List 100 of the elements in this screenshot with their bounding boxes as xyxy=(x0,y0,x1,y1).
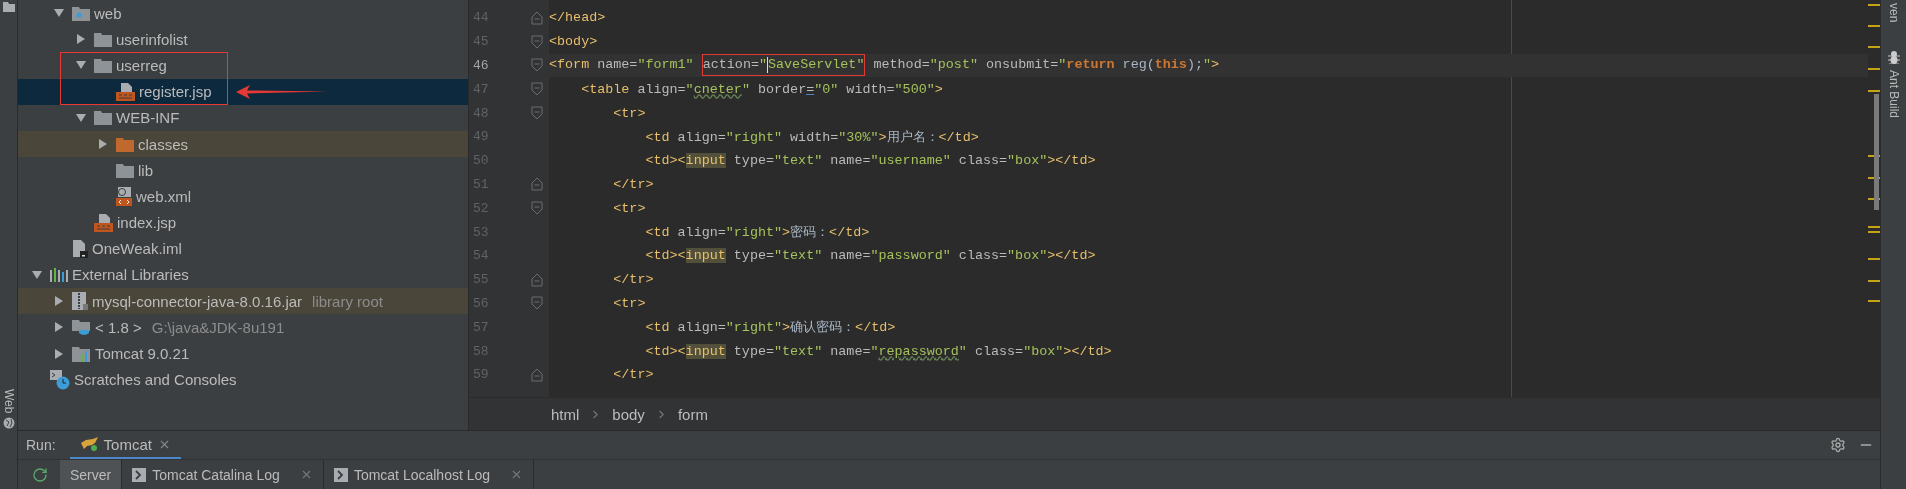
ant-icon[interactable] xyxy=(1886,50,1901,65)
code-line: <td align="right">确认密码：</td> xyxy=(644,319,896,337)
jsp-file-icon xyxy=(116,82,135,101)
tool-window-label[interactable]: Ant Build xyxy=(1886,70,1901,119)
folder-icon xyxy=(116,136,134,152)
tree-item-row[interactable]: classes xyxy=(18,130,468,158)
code-line: <body> xyxy=(549,34,598,50)
code-line: </tr> xyxy=(612,367,654,383)
collapsed-arrow-icon[interactable] xyxy=(76,34,86,45)
code-text: method="post" onsubmit="return reg(this);"> xyxy=(872,57,1220,73)
console-icon xyxy=(132,467,147,482)
code-line: <td align="right" width="30%">用户名：</td> xyxy=(644,128,979,146)
fold-marker-icon[interactable] xyxy=(531,272,543,287)
tree-item-row[interactable]: web xyxy=(18,0,468,27)
collapsed-arrow-icon[interactable] xyxy=(98,139,108,150)
code-line: </head> xyxy=(549,10,606,26)
folder-icon xyxy=(94,57,112,73)
breadcrumb[interactable]: body xyxy=(612,405,645,423)
fold-marker-icon[interactable] xyxy=(531,177,543,192)
code-line: <td><input type="text" name="repassword" class="box"></td> xyxy=(644,343,1112,359)
console-icon xyxy=(333,467,348,482)
collapsed-arrow-icon[interactable] xyxy=(54,296,64,307)
fold-marker-icon[interactable] xyxy=(531,106,543,121)
bar-chart-icon xyxy=(72,345,91,362)
code-line: <tr> xyxy=(612,200,646,216)
code-line: <td align="right">密码：</td> xyxy=(644,224,870,242)
expanded-arrow-icon[interactable] xyxy=(76,112,86,123)
code-line: <td><input type="text" name="password" class="box"></td> xyxy=(644,248,1096,264)
tree-item-row[interactable]: lib xyxy=(18,157,468,184)
tree-item-label: WEB-INF xyxy=(116,109,180,127)
fold-marker-icon[interactable] xyxy=(531,296,543,311)
code-line: <tr> xyxy=(612,105,646,121)
annotation-box: action="SaveServlet" xyxy=(701,54,866,77)
code-line: <td><input type="text" name="username" class="box"></td> xyxy=(644,153,1096,169)
folder-icon xyxy=(94,31,112,47)
breadcrumb[interactable]: html xyxy=(551,405,580,423)
tree-item-label: lib xyxy=(138,161,153,179)
tree-item-label: userinfolist xyxy=(116,30,188,48)
log-tab[interactable]: Tomcat Localhost Log xyxy=(323,460,535,489)
fold-marker-icon[interactable] xyxy=(531,201,543,216)
folder-cup-icon xyxy=(72,318,91,336)
log-tab[interactable]: Tomcat Catalina Log xyxy=(122,460,324,489)
run-label: Run: xyxy=(26,437,56,453)
tree-item-label: index.jsp xyxy=(117,214,177,232)
code-text: <form name="form1" xyxy=(549,57,695,73)
tree-item-label: Tomcat 9.0.21 xyxy=(95,345,190,363)
tree-item-label: External Libraries xyxy=(72,266,189,284)
tree-item-row[interactable]: userinfolist xyxy=(18,26,468,53)
code-line: <table align="cneter" border="0" width="500"> xyxy=(580,81,943,97)
fold-marker-icon[interactable] xyxy=(531,58,543,73)
line-number: 46 xyxy=(473,58,490,73)
settings-icon[interactable] xyxy=(1830,437,1846,453)
tree-item-label: web.xml xyxy=(136,187,191,205)
tool-window-label[interactable]: Web xyxy=(1,388,16,413)
tree-item-row[interactable]: mysql-connector-java-8.0.16.jar library root xyxy=(18,288,468,315)
xml-file-icon xyxy=(116,186,132,206)
fold-marker-icon[interactable] xyxy=(531,10,543,25)
tree-item-label: web xyxy=(94,4,122,22)
tree-item-label: userreg xyxy=(116,56,167,74)
tree-item-label: Scratches and Consoles xyxy=(74,371,237,389)
tree-item-row[interactable]: Scratches and Consoles xyxy=(18,366,468,393)
rerun-icon[interactable] xyxy=(32,466,48,483)
folder-icon xyxy=(94,110,112,126)
code-line: <tr> xyxy=(612,295,646,311)
tree-item-label: mysql-connector-java-8.0.16.jar xyxy=(92,292,303,310)
breadcrumb[interactable]: form xyxy=(677,405,708,423)
tree-item-row[interactable]: register.jsp xyxy=(18,78,468,105)
globe-icon[interactable] xyxy=(2,417,15,429)
log-tab[interactable]: Server xyxy=(60,460,123,489)
code-line: </tr> xyxy=(612,176,654,192)
tool-window-label[interactable]: ven xyxy=(1886,3,1901,23)
folder-icon[interactable] xyxy=(2,2,15,12)
collapsed-arrow-icon[interactable] xyxy=(54,322,64,333)
fold-marker-icon[interactable] xyxy=(531,82,543,97)
collapsed-arrow-icon[interactable] xyxy=(54,348,64,359)
tree-item-hint: G:\java&JDK-8u191 xyxy=(151,318,285,336)
tree-item-label: < 1.8 > xyxy=(95,318,142,336)
tree-item-row[interactable]: index.jsp xyxy=(18,209,468,236)
tree-item-label: OneWeak.iml xyxy=(92,240,182,258)
tree-item-row[interactable]: Tomcat 9.0.21 xyxy=(18,340,468,367)
libraries-icon xyxy=(50,267,68,282)
jar-file-icon xyxy=(72,292,88,311)
tree-item-row[interactable]: < 1.8 > G:\java&JDK-8u191 xyxy=(18,314,468,341)
tree-item-hint: library root xyxy=(312,292,383,310)
tree-item-row[interactable]: web.xml xyxy=(18,183,468,210)
folder-icon xyxy=(116,162,134,178)
tree-item-row[interactable]: OneWeak.iml xyxy=(18,235,468,262)
file-icon xyxy=(72,239,88,258)
expanded-arrow-icon[interactable] xyxy=(32,269,42,280)
fold-marker-icon[interactable] xyxy=(531,367,543,382)
web-folder-icon xyxy=(72,5,90,21)
tree-item-row[interactable]: userreg xyxy=(18,52,468,79)
tree-item-row[interactable]: WEB-INF xyxy=(18,104,468,131)
code-line: </tr> xyxy=(612,272,654,288)
tree-item-row[interactable]: External Libraries xyxy=(18,261,468,289)
fold-marker-icon[interactable] xyxy=(531,34,543,49)
jsp-file-icon xyxy=(94,213,113,232)
expanded-arrow-icon[interactable] xyxy=(76,60,86,71)
tree-item-label: register.jsp xyxy=(139,83,212,101)
expanded-arrow-icon[interactable] xyxy=(54,8,64,19)
